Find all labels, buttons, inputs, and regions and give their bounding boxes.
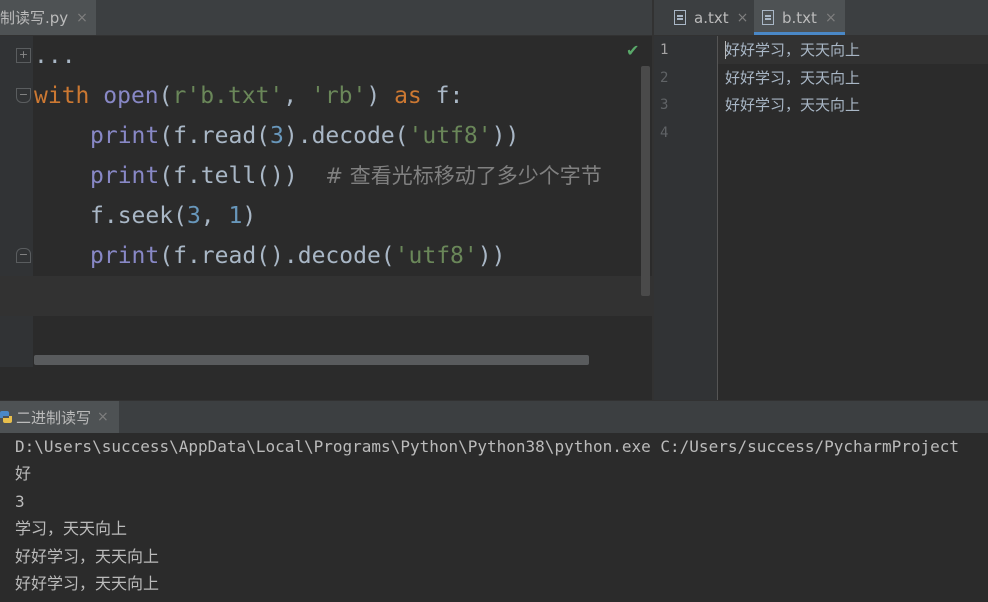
console-line: 好好学习，天天向上 bbox=[15, 547, 160, 566]
fold-expand-icon[interactable]: + bbox=[16, 48, 31, 63]
code-line-1: with open(r'b.txt', 'rb') as f: bbox=[34, 83, 464, 109]
line-number: 1 bbox=[660, 42, 669, 58]
close-icon[interactable]: × bbox=[825, 10, 837, 26]
line-number: 2 bbox=[660, 70, 669, 86]
line-number-gutter: 1 2 3 4 bbox=[654, 36, 718, 400]
fold-collapse-icon[interactable]: − bbox=[16, 88, 31, 103]
console-line: 学习，天天向上 bbox=[15, 519, 128, 538]
horizontal-scrollbar[interactable] bbox=[34, 355, 589, 365]
vertical-scrollbar[interactable] bbox=[641, 66, 650, 296]
code-line-4: f.seek(3, 1) bbox=[90, 203, 257, 229]
tab-binary-rw-py[interactable]: 制读写.py × bbox=[0, 0, 96, 35]
close-icon[interactable]: × bbox=[76, 10, 88, 26]
tab-a-txt[interactable]: a.txt × bbox=[666, 0, 756, 35]
code-line-folded: ... bbox=[34, 43, 76, 69]
code-line-2: print(f.read(3).decode('utf8')) bbox=[90, 123, 520, 149]
close-icon[interactable]: × bbox=[737, 10, 749, 26]
tab-b-txt[interactable]: b.txt × bbox=[754, 0, 845, 35]
active-tab-indicator bbox=[754, 32, 845, 35]
run-tab-label: 二进制读写 bbox=[16, 408, 92, 427]
close-icon[interactable]: × bbox=[97, 409, 109, 425]
tab-label: 制读写.py bbox=[0, 9, 69, 27]
text-editor[interactable]: 1 2 3 4 好好学习，天天向上 好好学习，天天向上 好好学习，天天向上 bbox=[654, 36, 988, 400]
code-line-3: print(f.tell()) # 查看光标移动了多少个字节 bbox=[90, 163, 602, 189]
python-icon bbox=[0, 411, 12, 423]
tab-label: a.txt bbox=[694, 8, 729, 27]
check-icon[interactable]: ✔ bbox=[626, 41, 639, 60]
run-console[interactable]: D:\Users\success\AppData\Local\Programs\… bbox=[0, 433, 988, 602]
text-line: 好好学习，天天向上 bbox=[725, 69, 861, 87]
left-tab-bar: 制读写.py × bbox=[0, 0, 652, 36]
right-tab-bar: a.txt × b.txt × bbox=[654, 0, 988, 36]
line-number: 3 bbox=[660, 97, 669, 113]
run-tab[interactable]: 二进制读写 × bbox=[0, 401, 119, 433]
text-line: 好好学习，天天向上 bbox=[725, 41, 861, 59]
console-line: 好好学习，天天向上 bbox=[15, 574, 160, 593]
file-icon bbox=[762, 10, 774, 25]
code-line-5: print(f.read().decode('utf8')) bbox=[90, 243, 506, 269]
text-caret bbox=[725, 41, 726, 59]
console-line: 3 bbox=[15, 492, 25, 511]
editor-gutter bbox=[0, 36, 33, 367]
fold-end-icon[interactable]: − bbox=[16, 248, 31, 263]
line-number: 4 bbox=[660, 125, 669, 141]
current-line-highlight bbox=[0, 276, 652, 316]
console-line: D:\Users\success\AppData\Local\Programs\… bbox=[15, 437, 960, 456]
file-icon bbox=[674, 10, 686, 25]
code-editor[interactable]: ✔ + − − ... with open(r'b.txt', 'rb') as… bbox=[0, 36, 652, 367]
text-line: 好好学习，天天向上 bbox=[725, 96, 861, 114]
tab-label: b.txt bbox=[782, 8, 817, 27]
run-panel-header: 二进制读写 × bbox=[0, 400, 988, 433]
console-line: 好 bbox=[15, 464, 32, 483]
